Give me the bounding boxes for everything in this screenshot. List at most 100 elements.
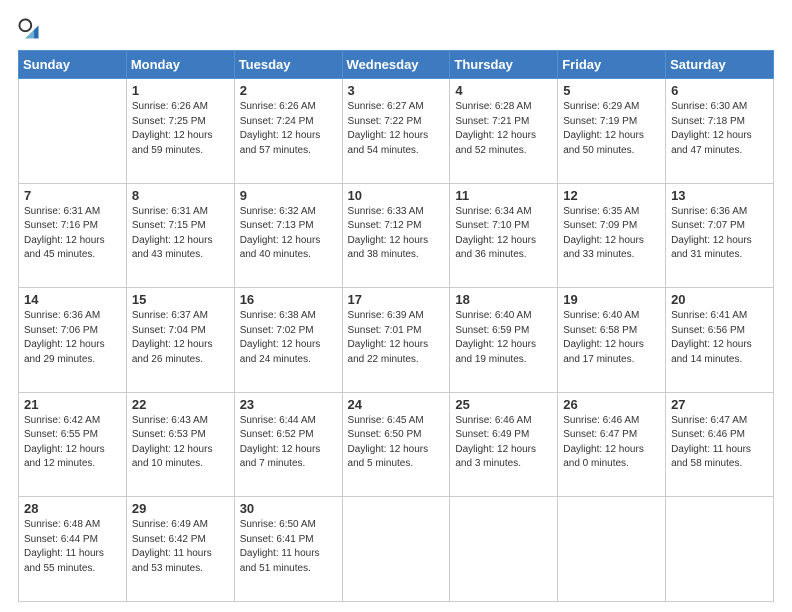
calendar-cell: 30 Sunrise: 6:50 AMSunset: 6:41 PMDayligh…	[234, 497, 342, 602]
weekday-header-monday: Monday	[126, 51, 234, 79]
day-number: 12	[563, 188, 660, 203]
day-number: 1	[132, 83, 229, 98]
day-number: 8	[132, 188, 229, 203]
calendar-cell: 14 Sunrise: 6:36 AMSunset: 7:06 PMDayligh…	[19, 288, 127, 393]
week-row-2: 14 Sunrise: 6:36 AMSunset: 7:06 PMDayligh…	[19, 288, 774, 393]
day-number: 9	[240, 188, 337, 203]
calendar-cell	[342, 497, 450, 602]
calendar-cell: 29 Sunrise: 6:49 AMSunset: 6:42 PMDayligh…	[126, 497, 234, 602]
day-info: Sunrise: 6:37 AMSunset: 7:04 PMDaylight:…	[132, 309, 229, 367]
calendar-cell	[450, 497, 558, 602]
calendar-cell: 28 Sunrise: 6:48 AMSunset: 6:44 PMDayligh…	[19, 497, 127, 602]
calendar-cell: 10 Sunrise: 6:33 AMSunset: 7:12 PMDayligh…	[342, 183, 450, 288]
day-number: 5	[563, 83, 660, 98]
calendar-cell	[19, 79, 127, 184]
weekday-header-row: SundayMondayTuesdayWednesdayThursdayFrid…	[19, 51, 774, 79]
weekday-header-friday: Friday	[558, 51, 666, 79]
day-number: 19	[563, 292, 660, 307]
calendar-cell: 13 Sunrise: 6:36 AMSunset: 7:07 PMDayligh…	[666, 183, 774, 288]
calendar-table: SundayMondayTuesdayWednesdayThursdayFrid…	[18, 50, 774, 602]
day-number: 29	[132, 501, 229, 516]
day-info: Sunrise: 6:36 AMSunset: 7:06 PMDaylight:…	[24, 309, 121, 367]
day-number: 27	[671, 397, 768, 412]
week-row-3: 21 Sunrise: 6:42 AMSunset: 6:55 PMDayligh…	[19, 392, 774, 497]
day-info: Sunrise: 6:46 AMSunset: 6:47 PMDaylight:…	[563, 414, 660, 472]
day-number: 25	[455, 397, 552, 412]
day-number: 28	[24, 501, 121, 516]
day-number: 16	[240, 292, 337, 307]
calendar-cell: 15 Sunrise: 6:37 AMSunset: 7:04 PMDayligh…	[126, 288, 234, 393]
calendar-cell: 5 Sunrise: 6:29 AMSunset: 7:19 PMDaylight…	[558, 79, 666, 184]
day-info: Sunrise: 6:50 AMSunset: 6:41 PMDaylight:…	[240, 518, 337, 576]
week-row-4: 28 Sunrise: 6:48 AMSunset: 6:44 PMDayligh…	[19, 497, 774, 602]
day-info: Sunrise: 6:38 AMSunset: 7:02 PMDaylight:…	[240, 309, 337, 367]
weekday-header-saturday: Saturday	[666, 51, 774, 79]
day-number: 22	[132, 397, 229, 412]
day-info: Sunrise: 6:39 AMSunset: 7:01 PMDaylight:…	[348, 309, 445, 367]
day-number: 6	[671, 83, 768, 98]
day-info: Sunrise: 6:46 AMSunset: 6:49 PMDaylight:…	[455, 414, 552, 472]
day-info: Sunrise: 6:45 AMSunset: 6:50 PMDaylight:…	[348, 414, 445, 472]
day-info: Sunrise: 6:26 AMSunset: 7:24 PMDaylight:…	[240, 100, 337, 158]
calendar-cell: 25 Sunrise: 6:46 AMSunset: 6:49 PMDayligh…	[450, 392, 558, 497]
week-row-0: 1 Sunrise: 6:26 AMSunset: 7:25 PMDaylight…	[19, 79, 774, 184]
day-info: Sunrise: 6:33 AMSunset: 7:12 PMDaylight:…	[348, 205, 445, 263]
day-number: 17	[348, 292, 445, 307]
day-number: 30	[240, 501, 337, 516]
day-number: 11	[455, 188, 552, 203]
weekday-header-thursday: Thursday	[450, 51, 558, 79]
day-number: 4	[455, 83, 552, 98]
day-number: 14	[24, 292, 121, 307]
calendar-cell: 23 Sunrise: 6:44 AMSunset: 6:52 PMDayligh…	[234, 392, 342, 497]
day-number: 13	[671, 188, 768, 203]
day-info: Sunrise: 6:31 AMSunset: 7:15 PMDaylight:…	[132, 205, 229, 263]
day-info: Sunrise: 6:44 AMSunset: 6:52 PMDaylight:…	[240, 414, 337, 472]
calendar-cell: 6Sunrise: 6:30 AMSunset: 7:18 PMDaylight…	[666, 79, 774, 184]
day-info: Sunrise: 6:48 AMSunset: 6:44 PMDaylight:…	[24, 518, 121, 576]
weekday-header-sunday: Sunday	[19, 51, 127, 79]
calendar-cell	[558, 497, 666, 602]
day-number: 15	[132, 292, 229, 307]
weekday-header-wednesday: Wednesday	[342, 51, 450, 79]
calendar-cell: 26 Sunrise: 6:46 AMSunset: 6:47 PMDayligh…	[558, 392, 666, 497]
day-info: Sunrise: 6:27 AMSunset: 7:22 PMDaylight:…	[348, 100, 445, 158]
logo-icon	[18, 18, 40, 40]
day-number: 24	[348, 397, 445, 412]
day-info: Sunrise: 6:26 AMSunset: 7:25 PMDaylight:…	[132, 100, 229, 158]
day-number: 18	[455, 292, 552, 307]
day-info: Sunrise: 6:34 AMSunset: 7:10 PMDaylight:…	[455, 205, 552, 263]
calendar-cell: 20Sunrise: 6:41 AMSunset: 6:56 PMDayligh…	[666, 288, 774, 393]
day-number: 2	[240, 83, 337, 98]
day-info: Sunrise: 6:43 AMSunset: 6:53 PMDaylight:…	[132, 414, 229, 472]
day-number: 10	[348, 188, 445, 203]
calendar-cell: 3Sunrise: 6:27 AMSunset: 7:22 PMDaylight…	[342, 79, 450, 184]
day-info: Sunrise: 6:40 AMSunset: 6:59 PMDaylight:…	[455, 309, 552, 367]
day-number: 26	[563, 397, 660, 412]
weekday-header-tuesday: Tuesday	[234, 51, 342, 79]
day-info: Sunrise: 6:36 AMSunset: 7:07 PMDaylight:…	[671, 205, 768, 263]
day-info: Sunrise: 6:42 AMSunset: 6:55 PMDaylight:…	[24, 414, 121, 472]
day-info: Sunrise: 6:31 AMSunset: 7:16 PMDaylight:…	[24, 205, 121, 263]
day-number: 21	[24, 397, 121, 412]
calendar-cell: 18 Sunrise: 6:40 AMSunset: 6:59 PMDayligh…	[450, 288, 558, 393]
header	[18, 18, 774, 40]
day-info: Sunrise: 6:41 AMSunset: 6:56 PMDaylight:…	[671, 309, 768, 367]
day-info: Sunrise: 6:28 AMSunset: 7:21 PMDaylight:…	[455, 100, 552, 158]
calendar-cell: 11 Sunrise: 6:34 AMSunset: 7:10 PMDayligh…	[450, 183, 558, 288]
logo	[18, 18, 42, 40]
calendar-cell: 24 Sunrise: 6:45 AMSunset: 6:50 PMDayligh…	[342, 392, 450, 497]
day-info: Sunrise: 6:49 AMSunset: 6:42 PMDaylight:…	[132, 518, 229, 576]
calendar-cell: 8 Sunrise: 6:31 AMSunset: 7:15 PMDaylight…	[126, 183, 234, 288]
week-row-1: 7Sunrise: 6:31 AMSunset: 7:16 PMDaylight…	[19, 183, 774, 288]
day-info: Sunrise: 6:29 AMSunset: 7:19 PMDaylight:…	[563, 100, 660, 158]
day-info: Sunrise: 6:47 AMSunset: 6:46 PMDaylight:…	[671, 414, 768, 472]
calendar-cell: 22 Sunrise: 6:43 AMSunset: 6:53 PMDayligh…	[126, 392, 234, 497]
day-info: Sunrise: 6:35 AMSunset: 7:09 PMDaylight:…	[563, 205, 660, 263]
day-number: 23	[240, 397, 337, 412]
calendar-cell: 17 Sunrise: 6:39 AMSunset: 7:01 PMDayligh…	[342, 288, 450, 393]
calendar-cell: 21 Sunrise: 6:42 AMSunset: 6:55 PMDayligh…	[19, 392, 127, 497]
calendar-cell: 7Sunrise: 6:31 AMSunset: 7:16 PMDaylight…	[19, 183, 127, 288]
day-info: Sunrise: 6:40 AMSunset: 6:58 PMDaylight:…	[563, 309, 660, 367]
calendar-cell: 16 Sunrise: 6:38 AMSunset: 7:02 PMDayligh…	[234, 288, 342, 393]
calendar-cell: 27 Sunrise: 6:47 AMSunset: 6:46 PMDayligh…	[666, 392, 774, 497]
